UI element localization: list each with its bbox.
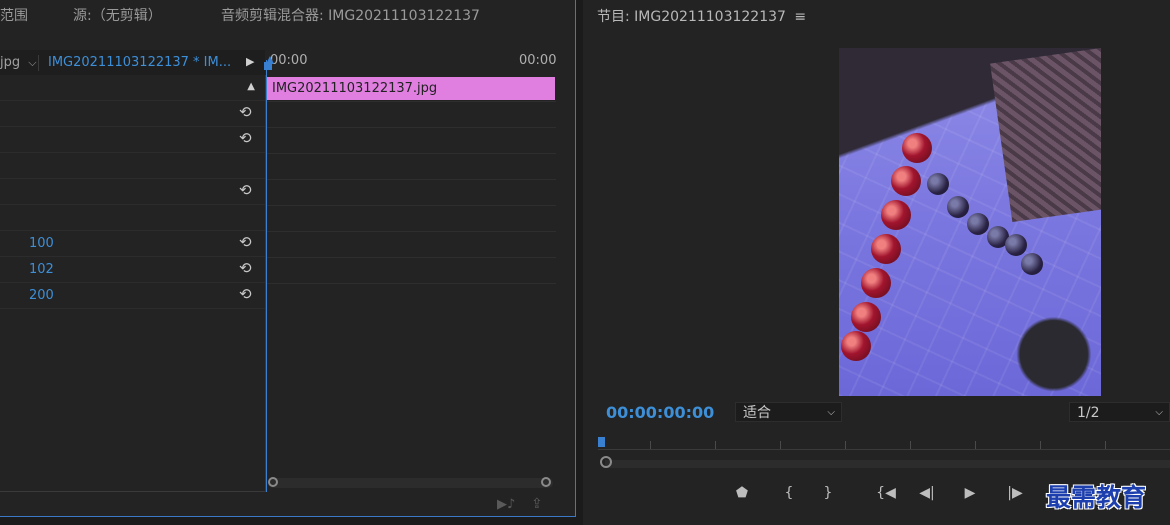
zoom-fit-value: 适合 [743, 405, 771, 421]
chevron-down-icon: ⌵ [827, 407, 835, 418]
effect-row-header: ▲ [0, 75, 265, 101]
value-scale[interactable]: 102 [29, 262, 54, 277]
chevron-down-icon: ⌵ [1155, 407, 1163, 418]
subtab-divider [38, 55, 39, 71]
timeline-divider [267, 127, 556, 128]
timeline-divider [267, 179, 556, 180]
playhead-timecode[interactable]: 00:00:00:00 [606, 403, 714, 422]
ruler-tick [975, 441, 976, 449]
add-marker-icon[interactable]: ⬟ [733, 484, 751, 502]
reset-icon[interactable]: ⟲ [239, 260, 255, 276]
mini-timeline [267, 50, 556, 495]
zoom-fit-select[interactable]: 适合 ⌵ [735, 402, 842, 422]
ruler-tick [910, 441, 911, 449]
timeline-start-time: 00:00 [270, 53, 308, 68]
mark-out-icon[interactable]: } [819, 484, 837, 502]
step-back-icon[interactable]: ◀| [918, 484, 936, 502]
effect-row [0, 205, 265, 231]
timeline-clip[interactable]: IMG20211103122137.jpg [267, 77, 555, 100]
export-icon[interactable]: ⇪ [531, 496, 543, 512]
photo-detail [990, 48, 1101, 223]
reset-icon[interactable]: ⟲ [239, 182, 255, 198]
step-forward-icon[interactable]: |▶ [1006, 484, 1024, 502]
ruler-tick [845, 441, 846, 449]
collapse-up-icon[interactable]: ▲ [247, 81, 255, 92]
timeline-divider [267, 153, 556, 154]
timeline-zoom-scrollbar[interactable] [268, 478, 553, 488]
timeline-divider [267, 257, 556, 258]
subtab-master-label: jpg [0, 55, 21, 70]
scrollbar-right-handle[interactable] [541, 477, 551, 487]
mark-in-icon[interactable]: { [780, 484, 798, 502]
go-to-in-icon[interactable]: {◀ [875, 484, 897, 502]
effect-row-value: 200 ⟲ [0, 283, 265, 309]
effect-row [0, 153, 265, 179]
playback-resolution-select[interactable]: 1/2 ⌵ [1069, 402, 1170, 422]
tab-source[interactable]: 源:（无剪辑） [73, 5, 162, 25]
program-video-frame [839, 48, 1101, 396]
photo-detail [902, 133, 932, 163]
value-position[interactable]: 100 [29, 236, 54, 251]
effect-row-value: 100 ⟲ [0, 231, 265, 257]
chevron-down-icon: ⌵ [28, 56, 37, 69]
scrollbar-left-handle[interactable] [268, 477, 278, 487]
photo-detail [881, 200, 911, 230]
program-scrollbar[interactable] [605, 460, 1170, 468]
ruler-tick [780, 441, 781, 449]
effect-controls-list: ▲ ⟲ ⟲ ⟲ 100 ⟲ 102 ⟲ 200 ⟲ [0, 75, 266, 492]
subtab-sequence[interactable]: IMG20211103122137 * IM... [48, 55, 231, 70]
ruler-tick [1040, 441, 1041, 449]
subtab-master[interactable]: jpg ⌵ [0, 55, 37, 70]
program-scroll-handle[interactable] [600, 456, 612, 468]
photo-detail [841, 331, 871, 361]
photo-detail [871, 234, 901, 264]
effect-row: ⟲ [0, 127, 265, 153]
reset-icon[interactable]: ⟲ [239, 104, 255, 120]
program-monitor-title[interactable]: 节目: IMG20211103122137 ≡ [597, 6, 806, 26]
ruler-tick [1105, 441, 1106, 449]
timeline-divider [267, 205, 556, 206]
ruler-tick [715, 441, 716, 449]
tab-audio-clip-mixer[interactable]: 音频剪辑混合器: IMG20211103122137 [221, 5, 480, 25]
value-anchor[interactable]: 200 [29, 288, 54, 303]
photo-detail [967, 213, 989, 235]
play-triangle-icon[interactable]: ▶ [246, 55, 254, 68]
reset-icon[interactable]: ⟲ [239, 286, 255, 302]
ruler-tick [650, 441, 651, 449]
photo-detail [891, 166, 921, 196]
play-audio-only-icon[interactable]: ▶♪ [497, 497, 515, 512]
photo-detail [947, 196, 969, 218]
playback-resolution-value: 1/2 [1077, 405, 1100, 421]
effect-row: ⟲ [0, 179, 265, 205]
panel-menu-icon[interactable]: ≡ [794, 9, 806, 25]
tab-effect-controls[interactable]: 范围 [0, 5, 28, 25]
effect-row: ⟲ [0, 101, 265, 127]
photo-detail [927, 173, 949, 195]
timeline-divider [267, 283, 556, 284]
program-monitor-title-text: 节目: IMG20211103122137 [597, 9, 786, 25]
photo-detail [851, 302, 881, 332]
program-playhead-icon[interactable] [598, 437, 605, 447]
timeline-end-time: 00:00 [519, 53, 557, 68]
timeline-divider [267, 101, 556, 102]
reset-icon[interactable]: ⟲ [239, 130, 255, 146]
program-ruler [598, 449, 1170, 450]
photo-detail [1005, 234, 1027, 256]
play-icon[interactable]: ▶ [961, 484, 979, 502]
watermark-logo: 最需教育 [1046, 483, 1147, 512]
reset-icon[interactable]: ⟲ [239, 234, 255, 250]
photo-detail [1021, 253, 1043, 275]
photo-detail [861, 268, 891, 298]
timeline-divider [267, 231, 556, 232]
effect-row-value: 102 ⟲ [0, 257, 265, 283]
playhead-line [266, 60, 267, 492]
